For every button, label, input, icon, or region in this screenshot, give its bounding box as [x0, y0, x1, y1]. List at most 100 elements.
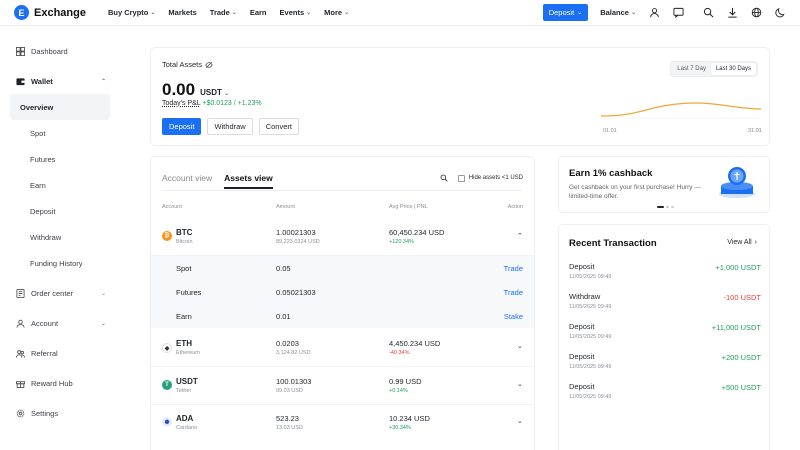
brand-logo[interactable]: E Exchange	[14, 5, 86, 20]
total-assets-card: Total Assets 0.00 USDT ⌄ Today's P&L +$0…	[150, 47, 770, 146]
sidebar-item-earn[interactable]: Earn	[10, 172, 110, 198]
hide-small-assets: Hide assets <1 USD	[440, 174, 523, 182]
pnl-label: Today's P&L	[162, 100, 201, 107]
tx-amount: +500 USDT	[721, 383, 761, 392]
sidebar-item-order-center[interactable]: Order center ⌄	[0, 280, 120, 306]
btc-sub-row-spot: Spot 0.05 Trade	[151, 256, 534, 280]
transaction-row[interactable]: Withdraw 11/05/2025 09:49 -100 USDT	[569, 292, 761, 322]
hide-assets-checkbox[interactable]	[457, 174, 465, 182]
sidebar-item-settings[interactable]: Settings	[0, 400, 120, 426]
coin-name: Tether	[176, 388, 192, 394]
deposit-top-button[interactable]: Deposit ⌄	[542, 4, 589, 21]
chevron-right-icon: ›	[754, 239, 757, 246]
chevron-down-icon: ⌄	[306, 10, 312, 16]
sidebar-item-funding-history[interactable]: Funding History	[10, 250, 110, 276]
sub-label: Futures	[176, 288, 202, 297]
convert-button[interactable]: Convert	[258, 118, 299, 135]
chevron-down-icon[interactable]: ⌄	[517, 380, 523, 388]
nav-earn[interactable]: Earn	[250, 8, 267, 17]
dark-mode-icon[interactable]	[774, 7, 786, 19]
tx-amount: +1,000 USDT	[715, 263, 761, 272]
download-icon[interactable]	[726, 7, 738, 19]
nav-events[interactable]: Events ⌄	[280, 8, 312, 17]
nav-buy-crypto[interactable]: Buy Crypto ⌄	[108, 8, 155, 17]
table-row-ada[interactable]: ✺ ADA Cardano 523.23 13.03 USD 10.234 US…	[151, 405, 534, 442]
sidebar-item-referral[interactable]: Referral	[0, 340, 120, 366]
trade-link[interactable]: Trade	[504, 288, 523, 297]
chevron-down-icon: ⌄	[231, 10, 237, 16]
nav-more[interactable]: More ⌄	[324, 8, 349, 17]
sidebar-item-overview[interactable]: Overview	[10, 94, 110, 120]
range-30-days[interactable]: Last 30 Days	[710, 63, 756, 75]
todays-pnl: Today's P&L +$0.0123 / +1.23%	[162, 100, 262, 107]
globe-icon[interactable]	[750, 7, 762, 19]
sidebar-item-dashboard[interactable]: Dashboard	[0, 38, 120, 64]
avg-price: 0.99 USD	[389, 377, 422, 386]
sub-label: Earn	[176, 312, 192, 321]
chevron-down-icon: ⌄	[100, 320, 106, 327]
chevron-up-icon[interactable]: ⌃	[517, 232, 523, 240]
pnl-percent: +120.34%	[389, 239, 414, 245]
btc-icon: ₿	[162, 231, 172, 241]
sidebar-item-account[interactable]: Account ⌄	[0, 310, 120, 336]
search-icon[interactable]	[440, 174, 448, 182]
cashback-description: Get cashback on your first purchase! Hur…	[569, 184, 701, 200]
sidebar-label: Reward Hub	[31, 378, 73, 388]
chart-start-label: 01.01	[603, 128, 617, 134]
order-icon	[16, 288, 25, 298]
tab-assets-view[interactable]: Assets view	[224, 173, 273, 189]
transaction-row[interactable]: Deposit 11/05/2025 09:49 +200 USDT	[569, 352, 761, 382]
transaction-row[interactable]: Deposit 11/05/2025 09:49 +1,000 USDT	[569, 262, 761, 292]
range-7-day[interactable]: Last 7 Day	[672, 63, 711, 75]
message-icon[interactable]	[672, 7, 684, 19]
eye-off-icon[interactable]	[205, 61, 213, 69]
table-row-btc[interactable]: ₿ BTC Bitcoin 1.00021303 89,223.0324 USD…	[151, 219, 534, 256]
table-row-eth[interactable]: ◆ ETH Ethereum 0.0203 3,124.82 USD 4,450…	[151, 330, 534, 367]
chevron-down-icon: ⌄	[630, 10, 636, 16]
transactions-title: Recent Transaction	[569, 238, 657, 249]
deposit-label: Deposit	[548, 8, 575, 17]
chevron-down-icon[interactable]: ⌄	[517, 417, 523, 425]
user-icon[interactable]	[648, 7, 660, 19]
nav-markets[interactable]: Markets	[168, 8, 196, 17]
search-icon[interactable]	[702, 7, 714, 19]
sidebar-item-reward-hub[interactable]: Reward Hub	[0, 370, 120, 396]
sidebar-item-wallet[interactable]: Wallet ⌃	[0, 68, 120, 94]
view-all-link[interactable]: View All ›	[727, 239, 757, 246]
chevron-down-icon[interactable]: ⌄	[517, 342, 523, 350]
stake-link[interactable]: Stake	[504, 312, 523, 321]
trade-link[interactable]: Trade	[504, 264, 523, 273]
cashback-promo-card[interactable]: Earn 1% cashback Get cashback on your fi…	[558, 156, 770, 213]
withdraw-button[interactable]: Withdraw	[207, 118, 253, 135]
transaction-row[interactable]: Deposit 11/05/2025 09:49 +500 USDT	[569, 382, 761, 412]
currency-selector[interactable]: USDT ⌄	[200, 88, 229, 97]
carousel-dots[interactable]	[657, 206, 674, 208]
sub-label: Spot	[176, 264, 192, 273]
transaction-row[interactable]: Deposit 11/05/2025 09:49 +11,000 USDT	[569, 322, 761, 352]
sidebar-label: Order center	[31, 288, 74, 298]
tab-divider	[162, 190, 523, 191]
cashback-title: Earn 1% cashback	[569, 168, 653, 179]
balance-menu[interactable]: Balance ⌄	[600, 8, 636, 17]
assets-table-card: Account view Assets view Hide assets <1 …	[150, 156, 535, 450]
coin-stack-icon	[719, 167, 755, 198]
deposit-button[interactable]: Deposit	[162, 118, 202, 135]
tab-account-view[interactable]: Account view	[162, 173, 212, 189]
sidebar-item-withdraw[interactable]: Withdraw	[10, 224, 110, 250]
coin-usd: 89,223.0324 USD	[276, 239, 320, 245]
nav-trade[interactable]: Trade ⌄	[210, 8, 237, 17]
tx-type: Deposit	[569, 322, 595, 331]
table-row-usdt[interactable]: T USDT Tether 100.01303 99.03 USD 0.99 U…	[151, 368, 534, 405]
logo-icon: E	[14, 5, 29, 20]
sidebar-item-deposit[interactable]: Deposit	[10, 198, 110, 224]
coin-usd: 99.03 USD	[276, 388, 303, 394]
coin-amount: 100.01303	[276, 377, 312, 386]
sidebar-item-futures[interactable]: Futures	[10, 146, 110, 172]
sidebar: Dashboard Wallet ⌃ Overview Spot Futures…	[0, 26, 120, 450]
coin-name: Ethereum	[176, 350, 200, 356]
sidebar-item-spot[interactable]: Spot	[10, 120, 110, 146]
col-avg-price: Avg Price | PNL	[389, 204, 428, 210]
view-all-label: View All	[727, 239, 752, 246]
nav-label: Buy Crypto	[107, 8, 149, 17]
gear-icon	[16, 409, 25, 417]
